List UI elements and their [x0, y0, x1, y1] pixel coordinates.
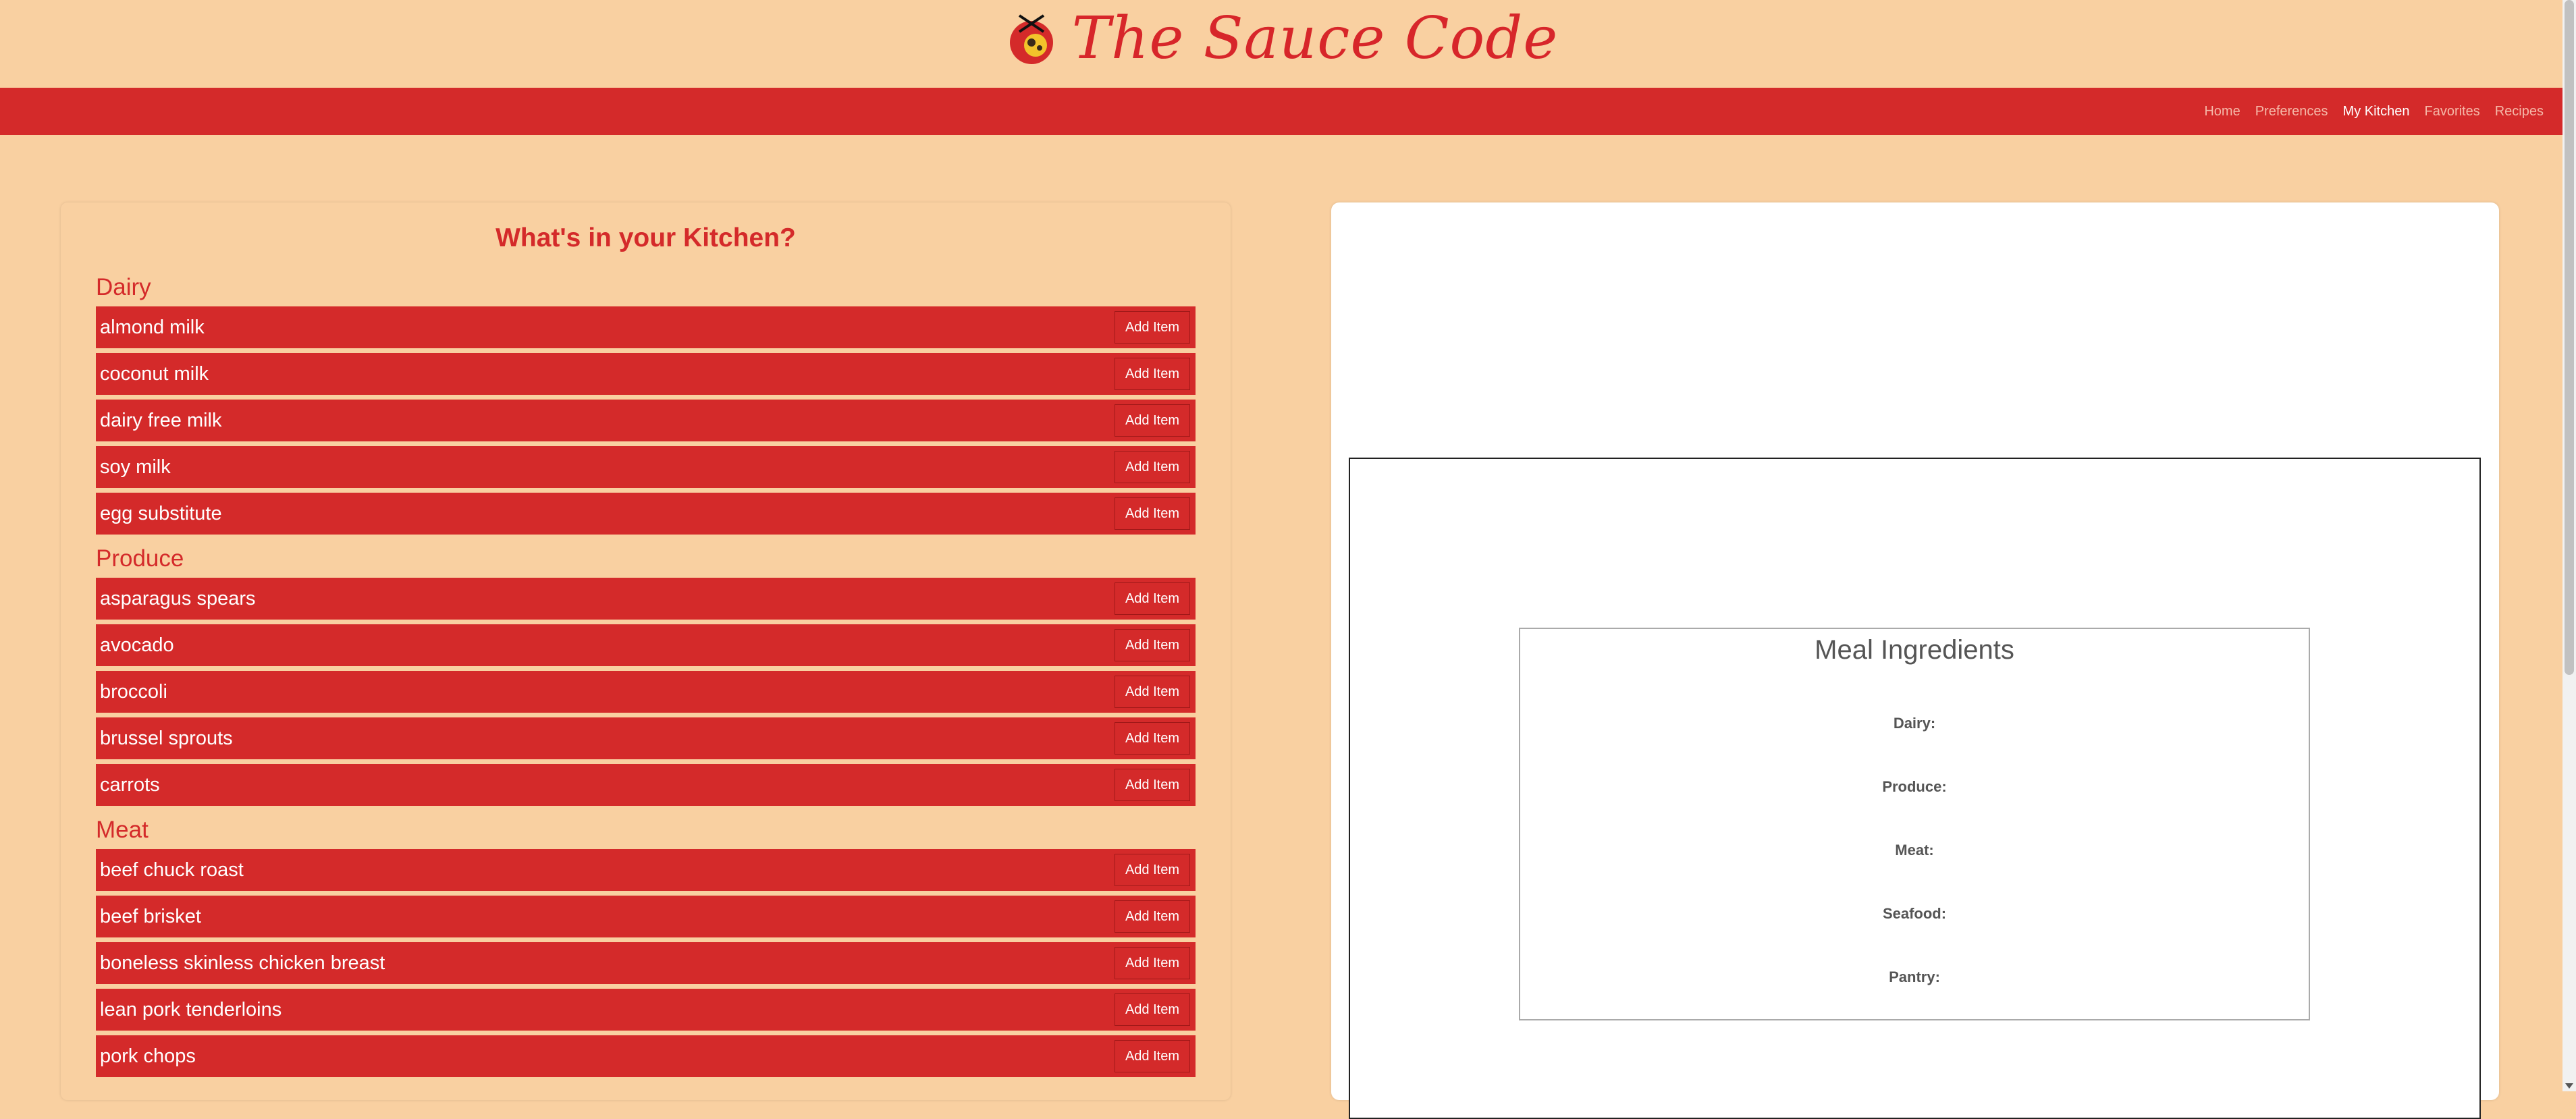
main-navbar: Home Preferences My Kitchen Favorites Re…: [0, 88, 2562, 135]
add-item-button[interactable]: Add Item: [1115, 947, 1190, 979]
item-name: asparagus spears: [100, 587, 256, 609]
item-name: soy milk: [100, 456, 171, 478]
category-title: Meat: [96, 817, 149, 843]
meat-label: Meat:: [1895, 842, 1934, 858]
item-name: brussel sprouts: [100, 727, 233, 749]
meal-ingredients-box: Meal Ingredients Dairy: Produce: Meat: S…: [1519, 628, 2310, 1020]
page-scrollbar[interactable]: [2562, 0, 2576, 1091]
list-item: lean pork tenderloins Add Item: [96, 989, 1196, 1031]
meal-ingredients-title: Meal Ingredients: [1815, 635, 2014, 665]
item-name: dairy free milk: [100, 409, 222, 431]
item-name: beef chuck roast: [100, 858, 244, 881]
list-item: brussel sprouts Add Item: [96, 717, 1196, 759]
category-meat: Meat beef chuck roast Add Item beef bris…: [96, 815, 1196, 1077]
nav-favorites[interactable]: Favorites: [2424, 104, 2479, 119]
category-produce: Produce asparagus spears Add Item avocad…: [96, 544, 1196, 806]
ingredient-labels: Dairy: Produce: Meat: Seafood: Pantry:: [1520, 714, 2309, 987]
add-item-button[interactable]: Add Item: [1115, 629, 1190, 661]
site-header: The Sauce Code: [0, 0, 2562, 88]
add-item-button[interactable]: Add Item: [1115, 497, 1190, 530]
item-name: egg substitute: [100, 502, 222, 524]
item-name: almond milk: [100, 316, 205, 338]
list-item: pork chops Add Item: [96, 1035, 1196, 1077]
list-item: dairy free milk Add Item: [96, 400, 1196, 441]
list-item: broccoli Add Item: [96, 671, 1196, 713]
add-item-button[interactable]: Add Item: [1115, 582, 1190, 615]
item-name: lean pork tenderloins: [100, 998, 282, 1020]
list-item: beef chuck roast Add Item: [96, 849, 1196, 891]
scroll-down-arrow-icon[interactable]: [2565, 1083, 2573, 1089]
list-item: boneless skinless chicken breast Add Ite…: [96, 942, 1196, 984]
add-item-button[interactable]: Add Item: [1115, 358, 1190, 390]
meal-card: Meal Ingredients Dairy: Produce: Meat: S…: [1331, 202, 2499, 1119]
item-name: broccoli: [100, 680, 167, 703]
item-name: carrots: [100, 773, 160, 796]
category-dairy: Dairy almond milk Add Item coconut milk …: [96, 273, 1196, 535]
kitchen-title: What's in your Kitchen?: [495, 223, 796, 252]
meal-result-frame: Meal Ingredients Dairy: Produce: Meat: S…: [1349, 458, 2481, 1119]
category-title: Produce: [96, 545, 184, 572]
list-item: avocado Add Item: [96, 624, 1196, 666]
seafood-label: Seafood:: [1882, 905, 1947, 922]
nav-recipes[interactable]: Recipes: [2495, 104, 2544, 119]
add-item-button[interactable]: Add Item: [1115, 451, 1190, 483]
pantry-label: Pantry:: [1889, 968, 1940, 985]
list-item: carrots Add Item: [96, 764, 1196, 806]
produce-label: Produce:: [1882, 778, 1947, 795]
scrollbar-thumb[interactable]: [2565, 0, 2574, 675]
kitchen-card: What's in your Kitchen? Dairy almond mil…: [61, 202, 1231, 1100]
add-item-button[interactable]: Add Item: [1115, 404, 1190, 437]
category-title: Dairy: [96, 274, 151, 300]
list-item: egg substitute Add Item: [96, 493, 1196, 535]
sauce-pot-logo-icon: [1004, 11, 1058, 65]
brand-name: The Sauce Code: [1071, 5, 1559, 72]
item-name: beef brisket: [100, 905, 201, 927]
list-item: beef brisket Add Item: [96, 896, 1196, 937]
add-item-button[interactable]: Add Item: [1115, 854, 1190, 886]
list-item: asparagus spears Add Item: [96, 578, 1196, 620]
dairy-label: Dairy:: [1893, 715, 1936, 732]
add-item-button[interactable]: Add Item: [1115, 1040, 1190, 1072]
nav-home[interactable]: Home: [2204, 104, 2240, 119]
list-item: soy milk Add Item: [96, 446, 1196, 488]
add-item-button[interactable]: Add Item: [1115, 769, 1190, 801]
add-item-button[interactable]: Add Item: [1115, 993, 1190, 1026]
nav-my-kitchen[interactable]: My Kitchen: [2343, 104, 2410, 119]
add-item-button[interactable]: Add Item: [1115, 722, 1190, 755]
add-item-button[interactable]: Add Item: [1115, 900, 1190, 933]
brand[interactable]: The Sauce Code: [1004, 9, 1558, 67]
list-item: almond milk Add Item: [96, 306, 1196, 348]
list-item: coconut milk Add Item: [96, 353, 1196, 395]
add-item-button[interactable]: Add Item: [1115, 676, 1190, 708]
item-name: coconut milk: [100, 362, 209, 385]
nav-preferences[interactable]: Preferences: [2255, 104, 2328, 119]
item-name: boneless skinless chicken breast: [100, 952, 385, 974]
item-name: avocado: [100, 634, 174, 656]
item-name: pork chops: [100, 1045, 196, 1067]
add-item-button[interactable]: Add Item: [1115, 311, 1190, 344]
